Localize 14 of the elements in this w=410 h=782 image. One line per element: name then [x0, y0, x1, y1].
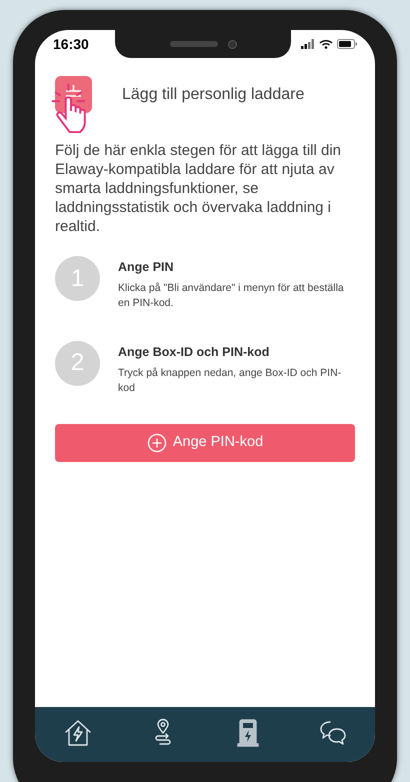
step-description: Klicka på "Bli användare" i menyn för att beställa en PIN-kod.: [118, 280, 345, 311]
page-title: Lägg till personlig laddare: [122, 84, 304, 104]
enter-pin-button[interactable]: Ange PIN-kod: [55, 424, 355, 462]
signal-icon: [301, 39, 315, 49]
step-title: Ange PIN: [118, 259, 175, 276]
plus-circle-icon: [146, 432, 167, 452]
speaker-grille: [170, 41, 218, 47]
wifi-icon: [319, 39, 333, 49]
status-time: 16:30: [53, 34, 89, 54]
step-description: Tryck på knappen nedan, ange Box-ID och PIN-kod: [118, 366, 342, 396]
intro-text: Följ de här enkla stegen för att lägga till din Elaway-kompatibla laddare för att njuta av smarta laddningsfunktioner, se laddningsstatistik och övervaka laddning i realtid.: [54, 141, 342, 236]
battery-icon: [337, 39, 357, 49]
step-title: Ange Box-ID och PIN-kod: [118, 344, 270, 361]
house-bolt-icon: [62, 718, 92, 748]
